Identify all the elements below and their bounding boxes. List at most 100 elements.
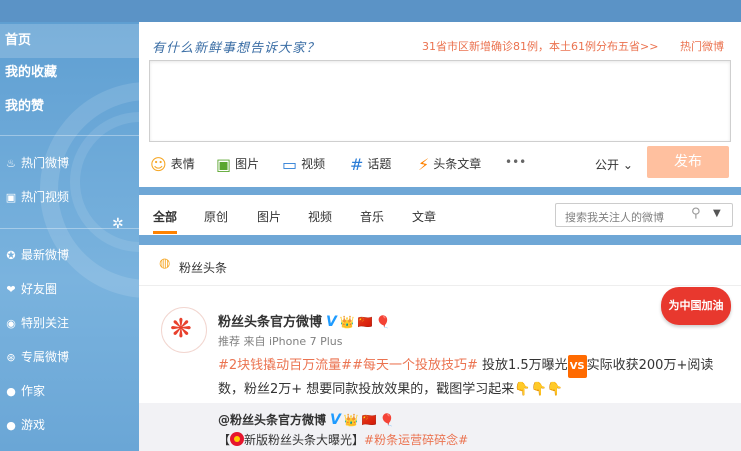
composer: 有什么新鲜事想告诉大家？ 31省市区新增确诊81例，本土61例分布五省>> 热门… (139, 22, 741, 187)
video-button[interactable]: ▭ 视频 (282, 155, 325, 174)
tag-icon: ⊛ (6, 351, 16, 364)
repost-text: 新版粉丝头条大曝光】 (244, 433, 365, 447)
hashtag-link[interactable]: #每天一个投放技巧# (352, 358, 478, 373)
sidebar-item-label: 我的赞 (5, 99, 45, 114)
post-text: 投放1.5万曝光 (482, 358, 568, 373)
search-icon[interactable]: ⚲ (691, 206, 701, 221)
more-button[interactable]: ••• (505, 155, 526, 169)
composer-prompt: 有什么新鲜事想告诉大家？ (152, 41, 321, 56)
sidebar-item-label: 热门微博 (21, 156, 70, 170)
top-bar (0, 0, 741, 22)
emoji-button[interactable]: ☺ 表情 (150, 155, 195, 174)
flame-icon: ♨ (6, 157, 16, 170)
caret-down-icon[interactable]: ▼ (713, 208, 721, 219)
lightbulb-icon: ◍ (159, 256, 171, 271)
sidebar-item-label: 首页 (5, 33, 32, 48)
sidebar-item-games[interactable]: ● 游戏 (0, 411, 139, 439)
repost-body: 【新版粉丝头条大曝光】#粉条运营碎碎念# (218, 431, 468, 448)
video-icon: ▣ (5, 191, 17, 204)
dot-icon: ● (6, 385, 16, 398)
image-button[interactable]: ▣ 图片 (216, 155, 259, 174)
sidebar: 首页 我的收藏 我的赞 ♨ 热门微博 ▣ 热门视频 ✲ ✪ 最新微博 ❤ 好友圈 ◉ 特别… (0, 22, 139, 451)
avatar[interactable]: ❋ (161, 307, 207, 353)
crown-icon: 👑 (339, 315, 355, 329)
search-placeholder: 搜索我关注人的微博 (565, 211, 664, 224)
balloon-icon: 🎈 (379, 413, 395, 427)
sidebar-item-likes[interactable]: 我的赞 (0, 90, 139, 124)
cheer-badge: 为中国加油 (661, 287, 731, 325)
sidebar-item-hot-video[interactable]: ▣ 热门视频 (0, 183, 139, 211)
flag-icon: 🇨🇳 (361, 413, 377, 427)
image-icon: ▣ (216, 155, 232, 174)
feed-card-title: 粉丝头条 (179, 261, 228, 275)
hash-icon: # (350, 155, 364, 174)
article-button[interactable]: ⚡ 头条文章 (418, 155, 481, 174)
verified-icon: V (330, 412, 341, 428)
post-meta: 推荐 来自 iPhone 7 Plus (218, 335, 343, 348)
gear-icon[interactable]: ✲ (112, 216, 124, 232)
feed-card-header: ◍ 粉丝头条 (139, 245, 741, 286)
weibo-logo-icon (230, 432, 245, 446)
visibility-dropdown[interactable]: 公开 ⌄ (595, 156, 633, 173)
author-name[interactable]: 粉丝头条官方微博 (218, 315, 322, 330)
repost-author-name[interactable]: @粉丝头条官方微博 (218, 413, 326, 427)
tab-videos[interactable]: 视频 (308, 208, 332, 225)
sidebar-item-label: 最新微博 (21, 248, 70, 262)
tab-music[interactable]: 音乐 (360, 208, 384, 225)
sidebar-item-label: 好友圈 (21, 282, 58, 296)
hot-weibo-link[interactable]: 热门微博 (680, 38, 724, 54)
sidebar-item-label: 游戏 (21, 418, 46, 432)
smile-icon: ☺ (150, 155, 167, 174)
tool-label: 头条文章 (433, 157, 482, 171)
bolt-icon: ⚡ (418, 155, 430, 174)
bracket-text: 【 (218, 433, 231, 447)
sidebar-item-special[interactable]: ◉ 特别关注 (0, 309, 139, 337)
tool-label: 视频 (301, 157, 326, 171)
chevron-down-icon: ⌄ (622, 158, 633, 172)
trending-link[interactable]: 31省市区新增确诊81例，本土61例分布五省>> (422, 38, 658, 54)
sidebar-item-home[interactable]: 首页 (0, 24, 139, 58)
sidebar-item-label: 特别关注 (21, 316, 70, 330)
vs-icon: VS (567, 355, 587, 378)
repost-author[interactable]: @粉丝头条官方微博 V 👑 🇨🇳 🎈 (218, 411, 395, 428)
tab-all[interactable]: 全部 (153, 208, 177, 225)
post-body: #2块钱撬动百万流量##每天一个投放技巧# 投放1.5万曝光 VS 实际收获200万… (218, 354, 723, 401)
sidebar-item-writer[interactable]: ● 作家 (0, 377, 139, 405)
sidebar-item-exclusive[interactable]: ⊛ 专属微博 (0, 343, 139, 371)
heart-icon: ❤ (6, 283, 16, 296)
sidebar-item-latest[interactable]: ✪ 最新微博 (0, 241, 139, 269)
flag-icon: 🇨🇳 (357, 315, 373, 329)
sidebar-item-label: 热门视频 (21, 190, 70, 204)
sidebar-item-label: 我的收藏 (5, 65, 58, 80)
tab-articles[interactable]: 文章 (412, 208, 436, 225)
repost-block[interactable]: @粉丝头条官方微博 V 👑 🇨🇳 🎈 【新版粉丝头条大曝光】#粉条运营碎碎念# (139, 403, 741, 451)
topic-button[interactable]: # 话题 (350, 155, 391, 174)
feed-tabs: 全部 原创 图片 视频 音乐 文章 搜索我关注人的微博 ⚲ ▼ (139, 195, 741, 235)
sidebar-item-label: 作家 (21, 384, 46, 398)
tool-label: 表情 (170, 157, 195, 171)
balloon-icon: 🎈 (375, 315, 391, 329)
hashtag-link[interactable]: #粉条运营碎碎念# (364, 433, 468, 447)
sidebar-divider (0, 228, 139, 229)
tab-original[interactable]: 原创 (204, 208, 228, 225)
sidebar-item-hot-weibo[interactable]: ♨ 热门微博 (0, 149, 139, 177)
crown-icon: 👑 (343, 413, 359, 427)
sidebar-item-label: 专属微博 (21, 350, 70, 364)
sidebar-divider (0, 135, 139, 136)
video-icon: ▭ (282, 155, 298, 174)
tab-images[interactable]: 图片 (257, 208, 281, 225)
sidebar-item-favorites[interactable]: 我的收藏 (0, 56, 139, 90)
tool-label: 图片 (235, 157, 260, 171)
verified-icon: V (326, 314, 337, 330)
pointing-down-icon: 👇👇👇 (514, 382, 563, 397)
publish-button[interactable]: 发布 (647, 146, 729, 178)
dot-icon: ● (6, 419, 16, 432)
sidebar-item-friends[interactable]: ❤ 好友圈 (0, 275, 139, 303)
post-textarea[interactable] (149, 60, 731, 142)
tool-label: 话题 (367, 157, 392, 171)
search-input[interactable]: 搜索我关注人的微博 ⚲ ▼ (555, 203, 733, 227)
star-icon: ✪ (6, 249, 16, 262)
post-author[interactable]: 粉丝头条官方微博 V 👑 🇨🇳 🎈 (218, 311, 391, 330)
hashtag-link[interactable]: #2块钱撬动百万流量# (218, 358, 352, 373)
feed-card: ◍ 粉丝头条 为中国加油 ❋ 粉丝头条官方微博 V 👑 🇨🇳 🎈 推荐 来自 iPhon… (139, 245, 741, 451)
